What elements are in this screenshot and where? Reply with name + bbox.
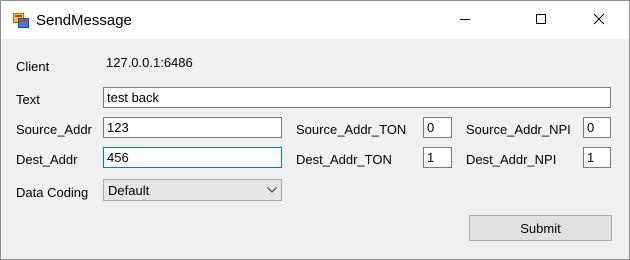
dest-addr-ton-input[interactable] [423, 147, 452, 168]
window-title: SendMessage [36, 12, 132, 29]
close-icon [593, 13, 605, 28]
close-button[interactable] [576, 1, 622, 39]
submit-button[interactable]: Submit [469, 215, 612, 241]
dest-addr-ton-label: Dest_Addr_TON [296, 152, 392, 167]
minimize-icon [459, 13, 471, 28]
data-coding-label: Data Coding [16, 185, 89, 200]
chevron-down-icon[interactable] [263, 180, 281, 200]
title-bar[interactable]: SendMessage [1, 1, 629, 39]
data-coding-select[interactable]: Default [103, 179, 282, 201]
send-message-window: SendMessage Client 127.0.0.1:6486 Text S… [0, 0, 630, 260]
source-addr-npi-input[interactable] [583, 117, 611, 138]
source-addr-label: Source_Addr [16, 122, 92, 137]
app-window-icon [13, 12, 29, 28]
client-label: Client [16, 59, 50, 74]
source-addr-ton-input[interactable] [423, 117, 452, 138]
text-input[interactable] [103, 87, 611, 108]
source-addr-input[interactable] [103, 117, 282, 138]
dest-addr-npi-label: Dest_Addr_NPI [466, 152, 557, 167]
minimize-button[interactable] [442, 1, 488, 39]
text-label: Text [16, 92, 40, 107]
dest-addr-npi-input[interactable] [583, 147, 611, 168]
maximize-button[interactable] [518, 1, 564, 39]
maximize-icon [535, 13, 547, 28]
dest-addr-label: Dest_Addr [16, 152, 78, 167]
source-addr-ton-label: Source_Addr_TON [296, 122, 407, 137]
source-addr-npi-label: Source_Addr_NPI [466, 122, 571, 137]
client-value: 127.0.0.1:6486 [106, 55, 193, 70]
data-coding-selected: Default [108, 182, 150, 198]
dest-addr-input[interactable] [103, 147, 282, 168]
